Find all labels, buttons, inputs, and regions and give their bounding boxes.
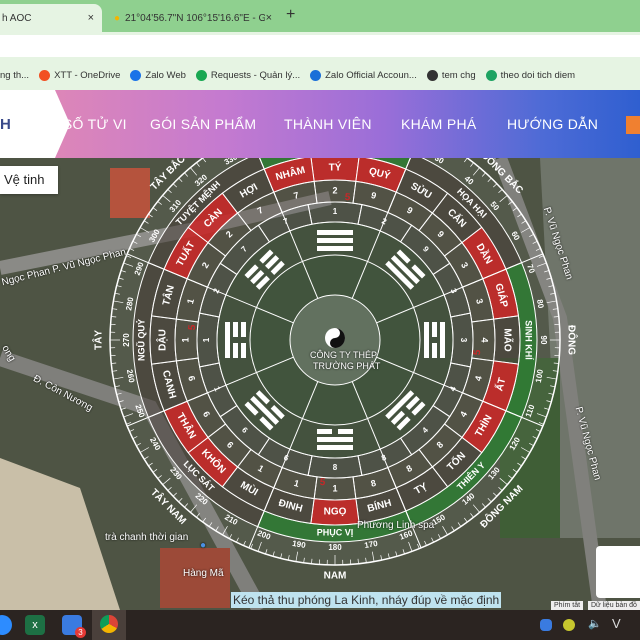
star-label: NGŨ QUỶ — [135, 319, 146, 361]
mountain-label: NGỌ — [324, 507, 347, 518]
zoom-app-icon[interactable] — [0, 615, 12, 635]
satellite-toggle-button[interactable]: Vệ tinh — [0, 166, 58, 194]
degree-label: 90 — [539, 336, 548, 345]
notification-badge: 3 — [75, 627, 86, 638]
nav-la-so-tu-vi[interactable]: LÁ SỐ TỬ VI — [41, 116, 127, 132]
bookmark-item[interactable]: XTT - OneDrive — [39, 69, 121, 81]
place-label[interactable]: trà chanh thời gian — [105, 532, 188, 543]
place-label[interactable]: TRƯỜNG PHÁT — [313, 361, 380, 371]
place-label[interactable]: CÔNG TY THÉP — [310, 350, 377, 360]
tab-title: 21°04'56.7"N 106°15'16.6"E - G — [125, 12, 266, 24]
requests-icon — [195, 69, 207, 81]
trigram-icon — [317, 230, 353, 251]
number-label: 8 — [333, 463, 338, 472]
tab-maps[interactable]: ● 21°04'56.7"N 106°15'16.6"E - G × — [108, 4, 278, 32]
map-data-link[interactable]: Dữ liệu bản đồ — [588, 601, 640, 610]
tab-active[interactable]: h AOC × — [0, 4, 102, 32]
direction-label: ĐÔNG — [565, 325, 578, 355]
close-icon[interactable]: × — [266, 12, 272, 24]
satellite-map[interactable]: BẮCĐÔNG BẮCĐÔNGĐÔNG NAMNAMTÂY NAMTÂYTÂY … — [0, 158, 640, 610]
bookmarks-bar: ng th... XTT - OneDrive Zalo Web Requests -… — [0, 60, 640, 90]
number-label: 4 — [480, 337, 490, 342]
url-input[interactable] — [0, 35, 640, 57]
zalo-app-icon[interactable]: 3 — [62, 615, 86, 638]
bookmark-label: XTT - OneDrive — [54, 69, 121, 81]
compass-hint: Kéo thả thu phóng La Kinh, nháy đúp về m… — [231, 592, 502, 608]
nav-goi-san-pham[interactable]: GÓI SẢN PHẨM — [150, 116, 256, 132]
place-label[interactable]: Phương Linh spa — [357, 520, 434, 531]
number-label: 1 — [333, 207, 338, 216]
place-label[interactable]: Hàng Mã — [183, 568, 224, 579]
bookmark-label: theo doi tich diem — [500, 69, 576, 81]
nav-huong-dan[interactable]: HƯỚNG DẪN — [507, 116, 598, 132]
direction-label: TÂY — [92, 330, 105, 350]
number-label: 3 — [459, 338, 468, 343]
zalo-oa-icon — [310, 69, 322, 81]
direction-label: NAM — [324, 571, 347, 582]
tab-title: h AOC — [2, 12, 32, 24]
number-label: 2 — [332, 185, 337, 195]
number-label: 1 — [180, 337, 190, 342]
site-nav: H LÁ SỐ TỬ VI GÓI SẢN PHẨM THÀNH VIÊN KH… — [0, 90, 640, 158]
star-label: PHỤC VỊ — [317, 527, 354, 537]
plus-tray-icon[interactable] — [563, 619, 575, 631]
bookmark-label: Requests - Quản lý... — [210, 69, 301, 81]
street-view-thumbnail[interactable] — [596, 546, 640, 598]
tab-bar: h AOC × ● 21°04'56.7"N 106°15'16.6"E - G × … — [0, 0, 640, 32]
address-bar — [0, 32, 640, 60]
nav-kham-pha[interactable]: KHÁM PHÁ — [401, 116, 477, 132]
nav-thanh-vien[interactable]: THÀNH VIÊN — [284, 116, 372, 132]
bookmark-label: Zalo Web — [145, 69, 186, 81]
mountain-label: TÝ — [329, 161, 342, 174]
shopping-pin-icon[interactable]: ● — [200, 540, 206, 551]
la-kinh-compass[interactable]: BẮCĐÔNG BẮCĐÔNGĐÔNG NAMNAMTÂY NAMTÂYTÂY … — [0, 158, 640, 610]
bookmark-label: ng th... — [0, 69, 30, 81]
bookmark-item[interactable]: Requests - Quản lý... — [195, 69, 301, 81]
new-tab-button[interactable]: + — [286, 6, 295, 24]
zalo-icon — [130, 69, 142, 81]
number-label: 1 — [332, 483, 337, 493]
windows-icon — [39, 69, 51, 81]
volume-icon[interactable]: 🔈 — [588, 617, 608, 637]
globe-icon — [426, 69, 438, 81]
mountain-label: MÃO — [501, 328, 514, 352]
degree-label: 270 — [122, 333, 131, 347]
star-label: SINH KHÍ — [524, 320, 534, 360]
degree-label: 180 — [328, 543, 342, 552]
bookmark-item[interactable]: Zalo Official Accoun... — [310, 69, 417, 81]
bookmark-label: Zalo Official Accoun... — [325, 69, 417, 81]
maps-icon: ● — [114, 12, 121, 24]
bookmark-item[interactable]: tem chg — [426, 69, 476, 81]
bookmark-item[interactable]: ng th... — [0, 70, 29, 81]
bookmark-item[interactable]: theo doi tich diem — [485, 69, 576, 81]
mountain-label: DẬU — [156, 329, 169, 351]
shortcuts-link[interactable]: Phím tắt — [551, 601, 584, 610]
v-tray-icon[interactable]: V — [612, 616, 632, 636]
bookmark-item[interactable]: Zalo Web — [130, 69, 186, 81]
zalo-tray-icon[interactable] — [540, 619, 552, 631]
bookmark-label: tem chg — [441, 69, 476, 81]
close-icon[interactable]: × — [88, 12, 94, 24]
sheets-icon — [485, 69, 497, 81]
chrome-app-icon[interactable] — [92, 610, 126, 640]
nav-action-button[interactable] — [626, 116, 640, 134]
taskbar: x 3 🔈 V — [0, 610, 640, 640]
number-label: 1 — [202, 337, 211, 342]
excel-app-icon[interactable]: x — [25, 615, 45, 635]
